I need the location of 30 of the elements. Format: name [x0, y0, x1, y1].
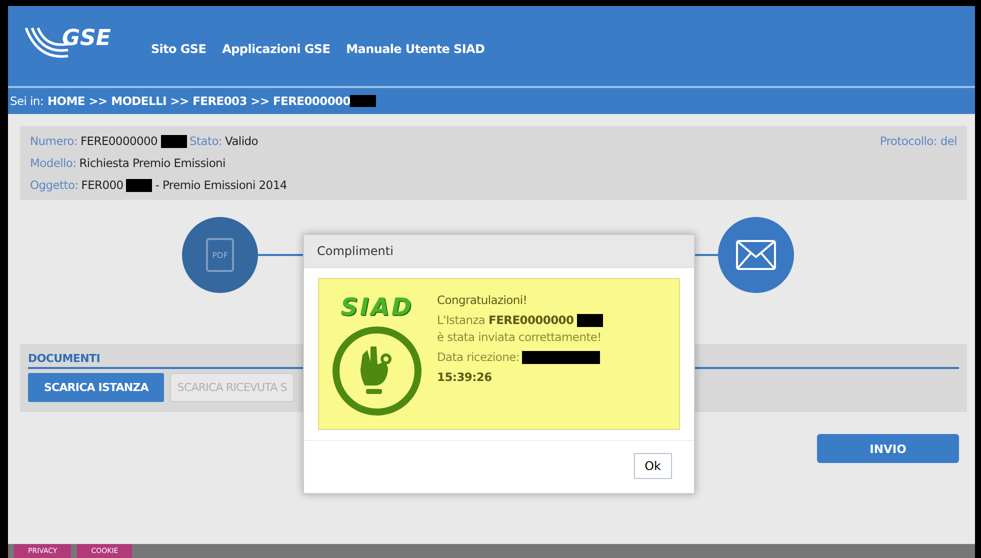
submit-button[interactable]: INVIO	[817, 434, 959, 463]
time-value: 15:39:26	[437, 370, 493, 384]
message-heading: Congratulazioni!	[437, 293, 528, 307]
date-label: Data ricezione:	[437, 350, 520, 364]
envelope-icon	[736, 240, 776, 270]
ok-button[interactable]: Ok	[634, 453, 672, 479]
breadcrumb-path: HOME >> MODELLI >> FERE003 >> FERE000000	[47, 94, 350, 108]
field-value: FER000	[81, 178, 124, 192]
download-button[interactable]: SCARICA ISTANZA	[28, 373, 164, 402]
logo-text: GSE	[62, 26, 111, 51]
ok-hand-icon	[331, 325, 423, 417]
message-text: L'Istanza FERE0000000	[437, 313, 574, 327]
nav-link[interactable]: Sito GSE	[150, 42, 206, 56]
breadcrumb-prefix: Sei in:	[10, 94, 44, 108]
field-label: Modello:	[30, 156, 76, 170]
nav-link[interactable]: Manuale Utente SIAD	[346, 42, 485, 56]
field-value: Richiesta Premio Emissioni	[79, 156, 226, 170]
redaction-block	[576, 314, 603, 326]
field-value: FERE0000000	[80, 134, 158, 148]
message-text: è stata inviata correttamente!	[437, 330, 602, 344]
protocol-label: Protocollo: del	[880, 134, 957, 150]
logo-text: SIAD	[340, 293, 414, 321]
pdf-file-icon: PDF	[206, 238, 234, 272]
field-label: Stato:	[190, 134, 222, 148]
field-label: Oggetto:	[30, 178, 78, 192]
dialog-title: Complimenti	[304, 235, 694, 268]
nav-link[interactable]: Applicazioni GSE	[222, 42, 330, 56]
field-value: - Premio Emissioni 2014	[155, 178, 287, 192]
field-value: Valido	[225, 134, 258, 148]
field-label: Numero:	[30, 134, 78, 148]
